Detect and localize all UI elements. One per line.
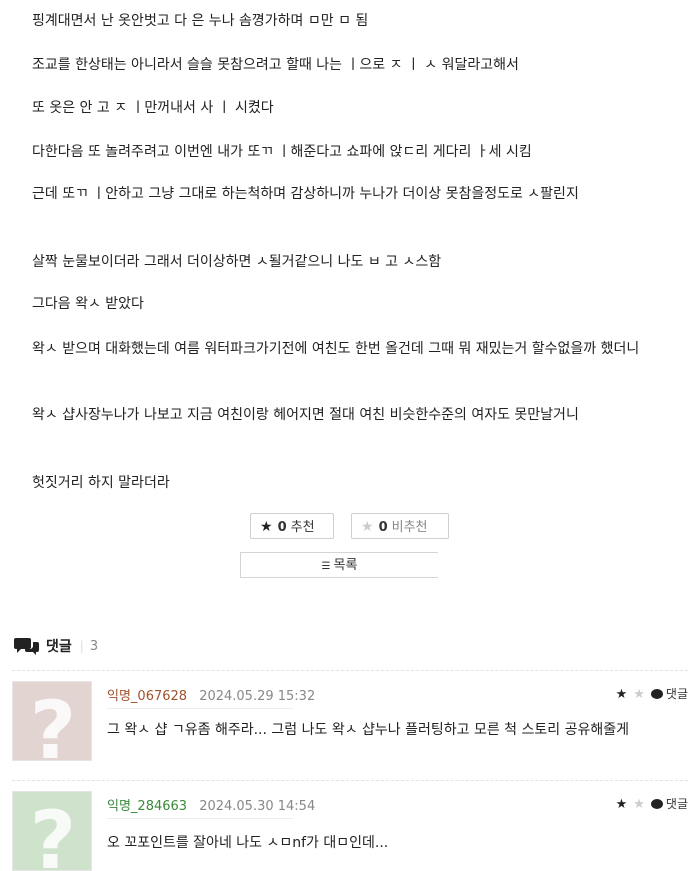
comment-item: ? 익명_284663 2024.05.30 14:54 ★ ★ 댓글 오 꼬포인트… <box>12 781 688 871</box>
comment-body: 오 꼬포인트를 잘아네 나도 ㅅㅁnf가 대ㅁ인데... <box>107 835 389 851</box>
not-recommend-button[interactable]: ★ 0 비추천 <box>351 513 449 539</box>
comment-reply-button[interactable]: 댓글 <box>650 687 688 701</box>
comment-actions: ★ ★ 댓글 <box>616 685 688 702</box>
comment-meta: 익명_067628 2024.05.29 15:32 <box>107 685 315 704</box>
divider <box>107 818 293 819</box>
post-paragraph: 그다음 왁ㅅ 받았다 <box>32 296 144 312</box>
comment-not-recommend-icon[interactable]: ★ <box>633 687 645 702</box>
post-paragraph: 조교를 한상태는 아니라서 슬슬 못참으려고 할때 나는 ㅣ으로 ㅈ ㅣ ㅅ 워… <box>32 57 519 73</box>
post-paragraph: 다한다음 또 놀려주려고 이번엔 내가 또ㄲ ㅣ해준다고 쇼파에 앉ㄷ리 게다리… <box>32 144 532 160</box>
comments-icon <box>14 636 40 656</box>
question-mark-icon: ? <box>13 682 91 761</box>
comment-recommend-icon[interactable]: ★ <box>616 797 628 812</box>
question-mark-icon: ? <box>13 792 91 871</box>
comment-author[interactable]: 익명_284663 <box>107 799 187 814</box>
post-paragraph: 왁ㅅ 받으며 대화했는데 여름 워터파크가기전에 여친도 한번 올건데 그때 뭐… <box>32 341 640 357</box>
comment-author[interactable]: 익명_067628 <box>107 689 187 704</box>
comments-header: 댓글 | 3 <box>14 635 98 657</box>
recommend-count: 0 <box>277 520 287 535</box>
comment-date: 2024.05.30 14:54 <box>199 799 316 814</box>
post-paragraph: 살짝 눈물보이더라 그래서 더이상하면 ㅅ될거같으니 나도 ㅂ 고 ㅅ스함 <box>32 254 442 270</box>
not-recommend-label: 비추천 <box>391 520 428 535</box>
comments-count: 3 <box>89 638 99 654</box>
divider: | <box>79 639 84 653</box>
post-paragraph: 또 옷은 안 고 ㅈ ㅣ만꺼내서 사 ㅣ 시켰다 <box>32 100 274 116</box>
recommend-button[interactable]: ★ 0 추천 <box>250 513 334 539</box>
list-icon: ☰ <box>321 561 331 572</box>
comment-reply-button[interactable]: 댓글 <box>650 797 688 811</box>
comments-label: 댓글 <box>46 639 72 655</box>
comment-reply-label: 댓글 <box>665 687 688 701</box>
avatar: ? <box>12 791 92 871</box>
speech-bubble-icon <box>650 799 663 809</box>
star-outline-icon: ★ <box>361 519 374 535</box>
star-icon: ★ <box>260 519 273 535</box>
comment-body: 그 왁ㅅ 샵 ㄱ유좀 해주라... 그럼 나도 왁ㅅ 샵누나 플러팅하고 모른 … <box>107 722 630 738</box>
recommend-label: 추천 <box>290 520 315 535</box>
divider <box>107 708 293 709</box>
post-paragraph: 핑계대면서 난 옷안벗고 다 은 누나 솜꼉가하며 ㅁ만 ㅁ 됨 <box>32 13 369 29</box>
vote-buttons: ★ 0 추천 ★ 0 비추천 <box>250 513 450 541</box>
comment-date: 2024.05.29 15:32 <box>199 689 316 704</box>
not-recommend-count: 0 <box>378 520 388 535</box>
comment-not-recommend-icon[interactable]: ★ <box>633 797 645 812</box>
speech-bubble-icon <box>650 689 663 699</box>
svg-text:?: ? <box>30 794 76 871</box>
comment-actions: ★ ★ 댓글 <box>616 795 688 812</box>
comment-item: ? 익명_067628 2024.05.29 15:32 ★ ★ 댓글 그 왁ㅅ 샵… <box>12 671 688 779</box>
comment-recommend-icon[interactable]: ★ <box>616 687 628 702</box>
post-paragraph: 왁ㅅ 샵사장누나가 나보고 지금 여친이랑 헤어지면 절대 여친 비슷한수준의 … <box>32 407 579 423</box>
post-paragraph: 헛짓거리 하지 말라더라 <box>32 475 170 491</box>
comment-reply-label: 댓글 <box>665 797 688 811</box>
list-button[interactable]: ☰ 목록 <box>240 552 438 578</box>
post-paragraph: 근데 또ㄲ ㅣ안하고 그냥 그대로 하는척하며 감상하니까 누나가 더이상 못참… <box>32 186 579 202</box>
svg-text:?: ? <box>30 684 76 761</box>
comment-meta: 익명_284663 2024.05.30 14:54 <box>107 795 315 814</box>
list-label: 목록 <box>333 558 358 573</box>
avatar: ? <box>12 681 92 761</box>
